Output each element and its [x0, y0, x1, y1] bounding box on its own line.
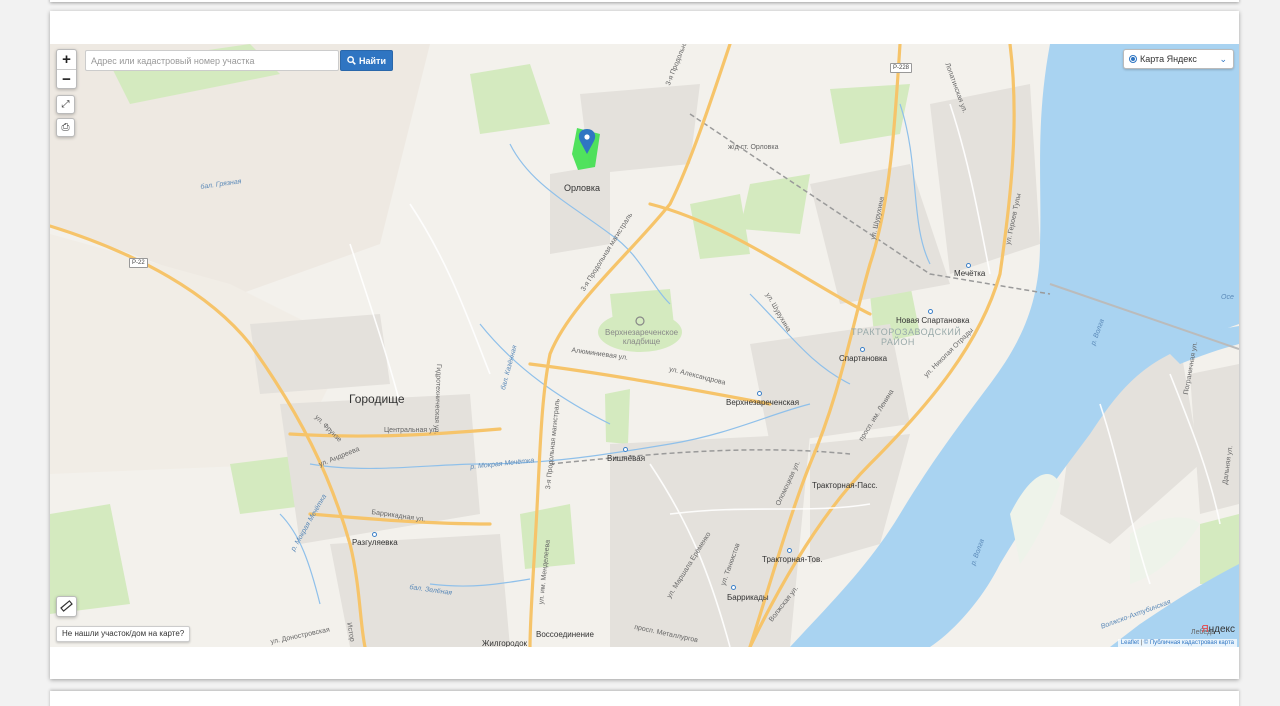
not-found-link[interactable]: Не нашли участок/дом на карте? [56, 626, 191, 642]
place-razgulyaevka: Разгуляевка [352, 538, 398, 547]
search-input[interactable] [85, 50, 339, 71]
station-dot [731, 585, 736, 590]
place-zhd-orlovka: ж/д ст. Орловка [728, 144, 779, 151]
measure-button[interactable] [56, 596, 77, 617]
zoom-in-button[interactable]: + [57, 50, 76, 69]
place-vossoedinenie: Воссоединение [536, 630, 594, 639]
expand-icon: ⤢ [61, 99, 70, 110]
search-icon [347, 56, 356, 65]
yandex-logo: Яндекс [1201, 624, 1235, 635]
street-tsentralnaya: Центральная ул. [384, 427, 439, 434]
road-badge-r228: Р-228 [890, 63, 913, 73]
place-orlovka: Орловка [564, 183, 600, 193]
place-traktor-tov: Тракторная-Тов. [762, 555, 823, 564]
place-vishnevaya: Вишнёвая [607, 454, 646, 463]
print-button[interactable]: ⎙ [56, 118, 75, 137]
station-dot [860, 347, 865, 352]
layer-select-value: Карта Яндекс [1140, 54, 1197, 64]
find-button[interactable]: Найти [340, 50, 393, 71]
place-traktor-pass: Тракторная-Пасс. [812, 481, 878, 490]
place-spartanovka: Спартановка [839, 354, 888, 363]
previous-card-edge [50, 0, 1239, 2]
road-badge-r22: Р-22 [129, 258, 148, 268]
find-button-label: Найти [359, 55, 386, 66]
zoom-control: + − [56, 49, 77, 89]
zoom-out-button[interactable]: − [57, 69, 76, 88]
water-osa: Осе [1221, 294, 1234, 301]
place-verkhnezar: Верхнезареченская [726, 398, 800, 407]
radio-icon [1129, 55, 1137, 63]
map-card: Орловка Городище Разгуляевка Вишнёвая Ве… [50, 11, 1239, 679]
place-zhilgorodok: Жилгородок [482, 639, 528, 647]
map-attribution: Leaflet | © Публичная кадастровая карта [1117, 639, 1237, 647]
leaflet-link[interactable]: Leaflet [1121, 640, 1139, 646]
cemetery-label: Верхнезареченское кладбище [605, 328, 679, 346]
layer-select[interactable]: Карта Яндекс ⌄ [1123, 49, 1234, 69]
place-gorodishe: Городище [349, 392, 405, 406]
next-card [50, 691, 1239, 706]
pkk-link[interactable]: © Публичная кадастровая карта [1144, 640, 1234, 646]
station-dot [757, 391, 762, 396]
place-mechetka: Мечётка [954, 269, 986, 278]
station-dot [372, 532, 377, 537]
station-dot [928, 309, 933, 314]
station-dot [623, 447, 628, 452]
ruler-icon [60, 600, 73, 612]
chevron-down-icon: ⌄ [1219, 53, 1227, 64]
print-icon: ⎙ [61, 122, 70, 133]
fullscreen-button[interactable]: ⤢ [56, 95, 75, 114]
cadastral-map[interactable]: Орловка Городище Разгуляевка Вишнёвая Ве… [50, 44, 1239, 647]
district-label: ТРАКТОРОЗАВОДСКИЙ РАЙОН [851, 327, 962, 347]
station-dot [787, 548, 792, 553]
place-nov-spartanovka: Новая Спартановка [896, 316, 970, 325]
place-barrikady: Баррикады [727, 593, 769, 602]
station-dot [966, 263, 971, 268]
